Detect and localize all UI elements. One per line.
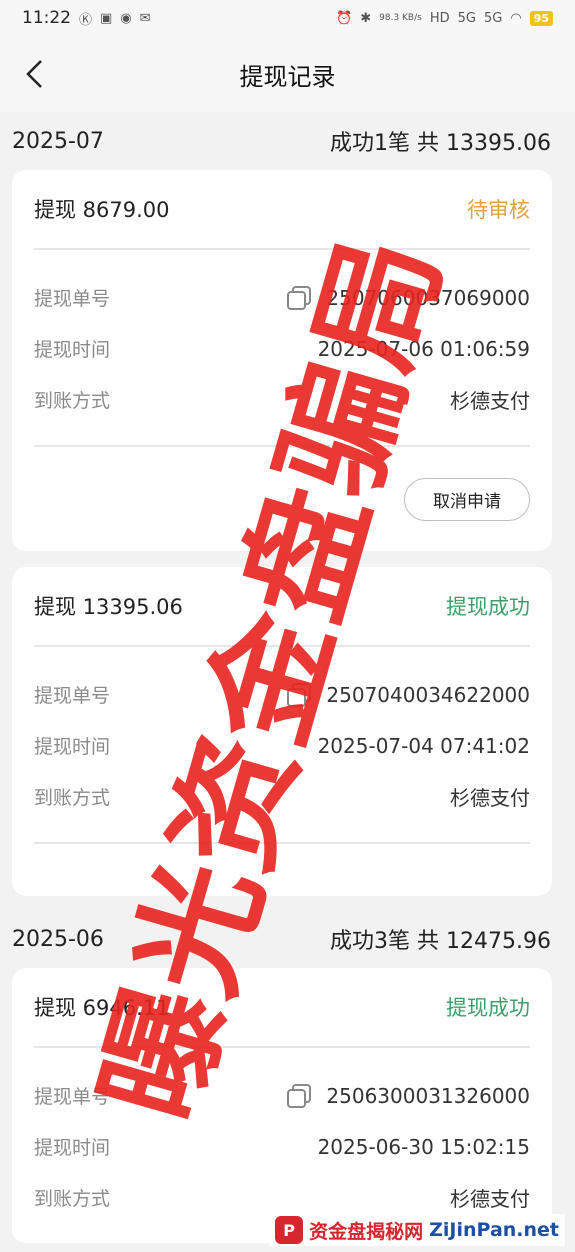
record-details: 提现单号 2507060037069000 提现时间 2025-07-06 01… xyxy=(34,250,530,445)
order-number-label: 提现单号 xyxy=(34,288,111,310)
battery-level: 95 xyxy=(529,10,553,26)
record-actions: 取消申请 xyxy=(34,447,530,551)
status-right: ⏰ ✱ 98.3 KB/s HD 5G 5G ◠ 95 xyxy=(336,10,553,26)
baby-app-icon: ◉ xyxy=(120,10,132,26)
page-title: 提现记录 xyxy=(239,62,336,91)
record-amount: 提现 8679.00 xyxy=(34,198,170,222)
month-label: 2025-07 xyxy=(12,128,104,154)
withdrawal-time-value: 2025-06-30 15:02:15 xyxy=(317,1134,530,1159)
record-status: 待审核 xyxy=(467,198,530,222)
order-number-row: 提现单号 2507060037069000 xyxy=(34,272,530,323)
month-label: 2025-06 xyxy=(12,926,104,952)
record-header: 提现 6946.11 提现成功 xyxy=(34,968,530,1046)
record-amount: 提现 6946.11 xyxy=(34,996,170,1020)
copy-icon[interactable] xyxy=(286,1083,312,1109)
record-amount: 提现 13395.06 xyxy=(34,595,183,619)
withdrawal-record-card[interactable]: 提现 13395.06 提现成功 提现单号 2507040034622000 提… xyxy=(12,567,552,896)
site-name-cn: 资金盘揭秘网 xyxy=(309,1220,424,1243)
card-bottom-spacer xyxy=(34,844,530,896)
withdrawal-record-card[interactable]: 提现 6946.11 提现成功 提现单号 2506300031326000 提现… xyxy=(12,968,552,1243)
nav-bar: 提现记录 xyxy=(0,36,575,112)
withdrawal-time-row: 提现时间 2025-07-06 01:06:59 xyxy=(34,323,530,374)
month-header: 2025-06 成功3笔 共 12475.96 xyxy=(0,910,575,968)
payment-method-row: 到账方式 杉德支付 xyxy=(34,771,530,822)
back-button[interactable] xyxy=(14,54,54,94)
wifi-icon: ◠ xyxy=(510,10,522,26)
order-number-value-wrap: 2507060037069000 xyxy=(286,285,530,311)
chevron-left-icon xyxy=(26,60,42,88)
withdrawal-time-label: 提现时间 xyxy=(34,736,111,758)
order-number-label: 提现单号 xyxy=(34,685,111,707)
payment-method-label: 到账方式 xyxy=(34,787,111,809)
withdrawal-record-card[interactable]: 提现 8679.00 待审核 提现单号 2507060037069000 提现时… xyxy=(12,170,552,551)
month-header: 2025-07 成功1笔 共 13395.06 xyxy=(0,112,575,170)
record-status: 提现成功 xyxy=(446,595,530,619)
order-number-label: 提现单号 xyxy=(34,1086,111,1108)
withdrawal-time-value: 2025-07-06 01:06:59 xyxy=(317,336,530,361)
hd-icon: HD xyxy=(429,10,450,26)
app-notification-icon: Ⓚ xyxy=(79,12,93,28)
order-number-value: 2507040034622000 xyxy=(326,682,530,707)
record-header: 提现 13395.06 提现成功 xyxy=(34,567,530,645)
record-header: 提现 8679.00 待审核 xyxy=(34,170,530,248)
withdrawal-time-label: 提现时间 xyxy=(34,339,111,361)
cancel-request-button[interactable]: 取消申请 xyxy=(404,477,530,521)
withdrawal-time-label: 提现时间 xyxy=(34,1137,111,1159)
order-number-row: 提现单号 2506300031326000 xyxy=(34,1070,530,1121)
record-details: 提现单号 2507040034622000 提现时间 2025-07-04 07… xyxy=(34,647,530,842)
site-logo-icon: P xyxy=(275,1216,304,1244)
status-left: 11:22 Ⓚ ▣ ◉ ✉ xyxy=(22,8,151,28)
status-time: 11:22 xyxy=(22,8,71,28)
order-number-value: 2507060037069000 xyxy=(326,285,530,310)
order-number-value-wrap: 2506300031326000 xyxy=(286,1083,530,1109)
payment-method-label: 到账方式 xyxy=(34,1188,111,1210)
red-envelope-icon: ▣ xyxy=(100,10,113,26)
withdrawal-time-row: 提现时间 2025-07-04 07:41:02 xyxy=(34,720,530,771)
copy-icon[interactable] xyxy=(286,682,312,708)
order-number-row: 提现单号 2507040034622000 xyxy=(34,669,530,720)
order-number-value: 2506300031326000 xyxy=(326,1083,530,1108)
alarm-icon: ⏰ xyxy=(336,10,353,26)
withdrawal-time-row: 提现时间 2025-06-30 15:02:15 xyxy=(34,1121,530,1172)
signal-2-label: 5G xyxy=(483,10,503,26)
record-status: 提现成功 xyxy=(446,996,530,1020)
site-name-en: ZiJinPan.net xyxy=(429,1219,559,1241)
signal-1-label: 5G xyxy=(457,10,476,26)
payment-method-value: 杉德支付 xyxy=(450,389,530,413)
wechat-icon: ✉ xyxy=(139,10,151,26)
month-summary: 成功1笔 共 13395.06 xyxy=(330,131,551,156)
payment-method-value: 杉德支付 xyxy=(450,786,530,810)
withdrawal-time-value: 2025-07-04 07:41:02 xyxy=(317,733,530,758)
order-number-value-wrap: 2507040034622000 xyxy=(286,682,530,708)
status-bar: 11:22 Ⓚ ▣ ◉ ✉ ⏰ ✱ 98.3 KB/s HD 5G 5G ◠ 9… xyxy=(0,0,575,36)
payment-method-value: 杉德支付 xyxy=(450,1187,530,1211)
month-summary: 成功3笔 共 12475.96 xyxy=(330,929,551,954)
copy-icon[interactable] xyxy=(286,285,312,311)
network-speed: 98.3 KB/s xyxy=(379,13,422,23)
site-watermark-badge: P 资金盘揭秘网 ZiJinPan.net xyxy=(269,1214,565,1246)
payment-method-label: 到账方式 xyxy=(34,390,111,412)
card-gap xyxy=(0,551,575,567)
payment-method-row: 到账方式 杉德支付 xyxy=(34,374,530,425)
bluetooth-icon: ✱ xyxy=(360,10,372,26)
